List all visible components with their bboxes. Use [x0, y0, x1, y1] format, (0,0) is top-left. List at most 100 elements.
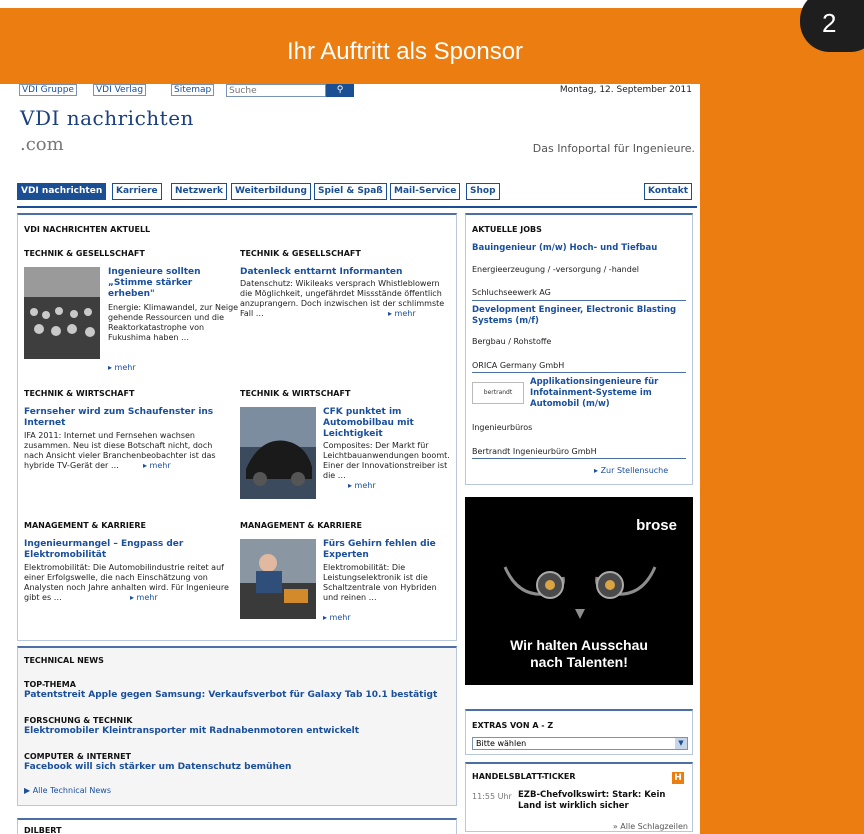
all-news-label: Alle Technical News: [32, 786, 111, 795]
current-date: Montag, 12. September 2011: [559, 85, 692, 95]
job-search-link[interactable]: ▸ Zur Stellensuche: [594, 466, 668, 475]
article-more-link[interactable]: ▸ mehr: [323, 613, 351, 623]
job-title[interactable]: Development Engineer, Electronic Blastin…: [472, 305, 687, 327]
job-divider: [472, 458, 686, 459]
news-kicker: TOP-THEMA: [24, 680, 76, 689]
link-vdi-verlag[interactable]: VDI Verlag: [93, 84, 147, 96]
news-headline[interactable]: Patentstreit Apple gegen Samsung: Verkau…: [24, 690, 454, 701]
article-more-link[interactable]: ▸ mehr: [130, 593, 158, 603]
job-category: Energieerzeugung / -versorgung / -handel: [472, 265, 639, 274]
aktuell-heading: VDI NACHRICHTEN AKTUELL: [24, 225, 151, 234]
article-more-link[interactable]: ▸ mehr: [108, 363, 136, 373]
job-search-label: Zur Stellensuche: [600, 466, 669, 475]
jobs-panel: AKTUELLE JOBS Bauingenieur (m/w) Hoch- u…: [465, 213, 693, 485]
article-more-link[interactable]: ▸ mehr: [388, 309, 416, 319]
site-logo-domain: .com: [20, 134, 64, 155]
nav-vdi-nachrichten[interactable]: VDI nachrichten: [17, 183, 107, 200]
article-image-workshop[interactable]: [240, 539, 316, 619]
brose-ad-banner[interactable]: brose Wir halten Ausschau nach Talenten!: [465, 497, 693, 685]
website-screenshot: VDI Gruppe VDI Verlag Sitemap ⚲ Montag, …: [17, 84, 700, 834]
article-kicker: TECHNIK & WIRTSCHAFT: [24, 389, 135, 398]
slide-header-bar: Ihr Auftritt als Sponsor: [0, 8, 810, 84]
nav-karriere[interactable]: Karriere: [112, 183, 162, 200]
ticker-headline[interactable]: EZB-Chefvolkswirt: Stark: Kein Land ist …: [518, 790, 686, 812]
nav-kontakt[interactable]: Kontakt: [644, 183, 693, 200]
extras-heading: EXTRAS VON A - Z: [472, 721, 554, 730]
technical-news-heading: TECHNICAL NEWS: [24, 656, 104, 665]
arrow-right-icon: ▶: [24, 786, 31, 795]
job-title[interactable]: Applikationsingenieure für Infotainment-…: [530, 377, 688, 410]
chevron-down-icon[interactable]: ▼: [675, 738, 687, 749]
article-teaser: Energie: Klimawandel, zur Neige gehende …: [108, 303, 239, 342]
ad-brand: brose: [636, 517, 677, 534]
nav-shop[interactable]: Shop: [466, 183, 500, 200]
article-headline[interactable]: Ingenieure sollten „Stimme stärker erheb…: [108, 267, 238, 300]
article-headline[interactable]: Ingenieurmangel – Engpass der Elektromob…: [24, 539, 229, 561]
site-logo[interactable]: VDI nachrichten: [20, 106, 194, 130]
ticker-all-link[interactable]: » Alle Schlagzeilen: [596, 822, 688, 831]
link-vdi-gruppe[interactable]: VDI Gruppe: [19, 84, 77, 96]
news-headline[interactable]: Elektromobiler Kleintransporter mit Radn…: [24, 726, 454, 737]
aktuell-panel: VDI NACHRICHTEN AKTUELL TECHNIK & GESELL…: [17, 213, 457, 641]
article-image-car-body[interactable]: [240, 407, 316, 499]
slide-page-number: 2: [800, 0, 864, 52]
job-company: Schluchseewerk AG: [472, 288, 551, 297]
article-image-conference[interactable]: [24, 267, 100, 359]
job-divider: [472, 300, 686, 301]
article-teaser: Composites: Der Markt für Leichtbauanwen…: [323, 441, 450, 480]
ad-slogan-line1: Wir halten Ausschau: [510, 637, 648, 653]
nav-mail-service[interactable]: Mail-Service: [390, 183, 461, 200]
article-kicker: TECHNIK & GESELLSCHAFT: [24, 249, 145, 258]
site-tagline: Das Infoportal für Ingenieure.: [532, 142, 695, 155]
technical-news-panel: TECHNICAL NEWS TOP-THEMA Patentstreit Ap…: [17, 646, 457, 806]
article-kicker: MANAGEMENT & KARRIERE: [24, 521, 146, 530]
search-icon: ⚲: [336, 85, 344, 95]
article-headline[interactable]: Datenleck enttarnt Informanten: [240, 267, 450, 278]
link-sitemap[interactable]: Sitemap: [171, 84, 215, 96]
job-category: Bergbau / Rohstoffe: [472, 337, 552, 346]
article-kicker: TECHNIK & WIRTSCHAFT: [240, 389, 351, 398]
article-more-link[interactable]: ▸ mehr: [143, 461, 171, 471]
article-kicker: MANAGEMENT & KARRIERE: [240, 521, 362, 530]
news-headline[interactable]: Facebook will sich stärker um Datenschut…: [24, 762, 454, 773]
jobs-heading: AKTUELLE JOBS: [472, 225, 542, 234]
news-kicker: FORSCHUNG & TECHNIK: [24, 716, 133, 725]
ticker-time: 11:55 Uhr: [472, 792, 512, 801]
slide: Ihr Auftritt als Sponsor 2 VDI Gruppe VD…: [0, 0, 864, 834]
bertrandt-logo[interactable]: bertrandt: [472, 382, 524, 404]
handelsblatt-logo-icon: H: [672, 772, 684, 784]
nav-weiterbildung[interactable]: Weiterbildung: [231, 183, 311, 200]
nav-spiel-spass[interactable]: Spiel & Spaß: [314, 183, 387, 200]
article-more-link[interactable]: ▸ mehr: [348, 481, 376, 491]
ad-owl-graphic: [503, 566, 657, 619]
article-kicker: TECHNIK & GESELLSCHAFT: [240, 249, 361, 258]
nav-underline: [17, 206, 697, 208]
slide-title: Ihr Auftritt als Sponsor: [286, 38, 524, 65]
job-company: Bertrandt Ingenieurbüro GmbH: [472, 447, 597, 456]
orange-accent-strip: [700, 84, 864, 834]
job-divider: [472, 372, 686, 373]
main-navigation: VDI nachrichten Karriere Netzwerk Weiter…: [17, 181, 700, 203]
extras-panel: EXTRAS VON A - Z Bitte wählen ▼: [465, 709, 693, 755]
search-button[interactable]: ⚲: [326, 84, 354, 97]
article-headline[interactable]: CFK punktet im Automobilbau mit Leichtig…: [323, 407, 451, 440]
article-headline[interactable]: Fernseher wird zum Schaufenster ins Inte…: [24, 407, 229, 429]
job-title[interactable]: Bauingenieur (m/w) Hoch- und Tiefbau: [472, 243, 687, 254]
article-teaser: IFA 2011: Internet und Fernsehen wachsen…: [24, 431, 216, 470]
article-teaser: Elektromobilität: Die Automobilindustrie…: [24, 563, 229, 602]
extras-select-value: Bitte wählen: [476, 739, 527, 748]
all-news-link[interactable]: ▶ Alle Technical News: [24, 786, 111, 796]
arrow-right-icon: ▸: [594, 466, 599, 475]
extras-select[interactable]: Bitte wählen ▼: [472, 737, 688, 750]
article-headline[interactable]: Fürs Gehirn fehlen die Experten: [323, 539, 453, 561]
dilbert-panel: DILBERT: [17, 818, 457, 834]
ad-slogan-line2: nach Talenten!: [530, 654, 628, 670]
job-category: Ingenieurbüros: [472, 423, 533, 432]
dilbert-heading: DILBERT: [24, 826, 62, 834]
job-company: ORICA Germany GmbH: [472, 361, 565, 370]
ticker-heading: HANDELSBLATT-TICKER: [472, 772, 576, 781]
search-input[interactable]: [226, 84, 326, 97]
nav-netzwerk[interactable]: Netzwerk: [171, 183, 228, 200]
ticker-panel: HANDELSBLATT-TICKER H 11:55 Uhr EZB-Chef…: [465, 762, 693, 832]
news-kicker: COMPUTER & INTERNET: [24, 752, 131, 761]
